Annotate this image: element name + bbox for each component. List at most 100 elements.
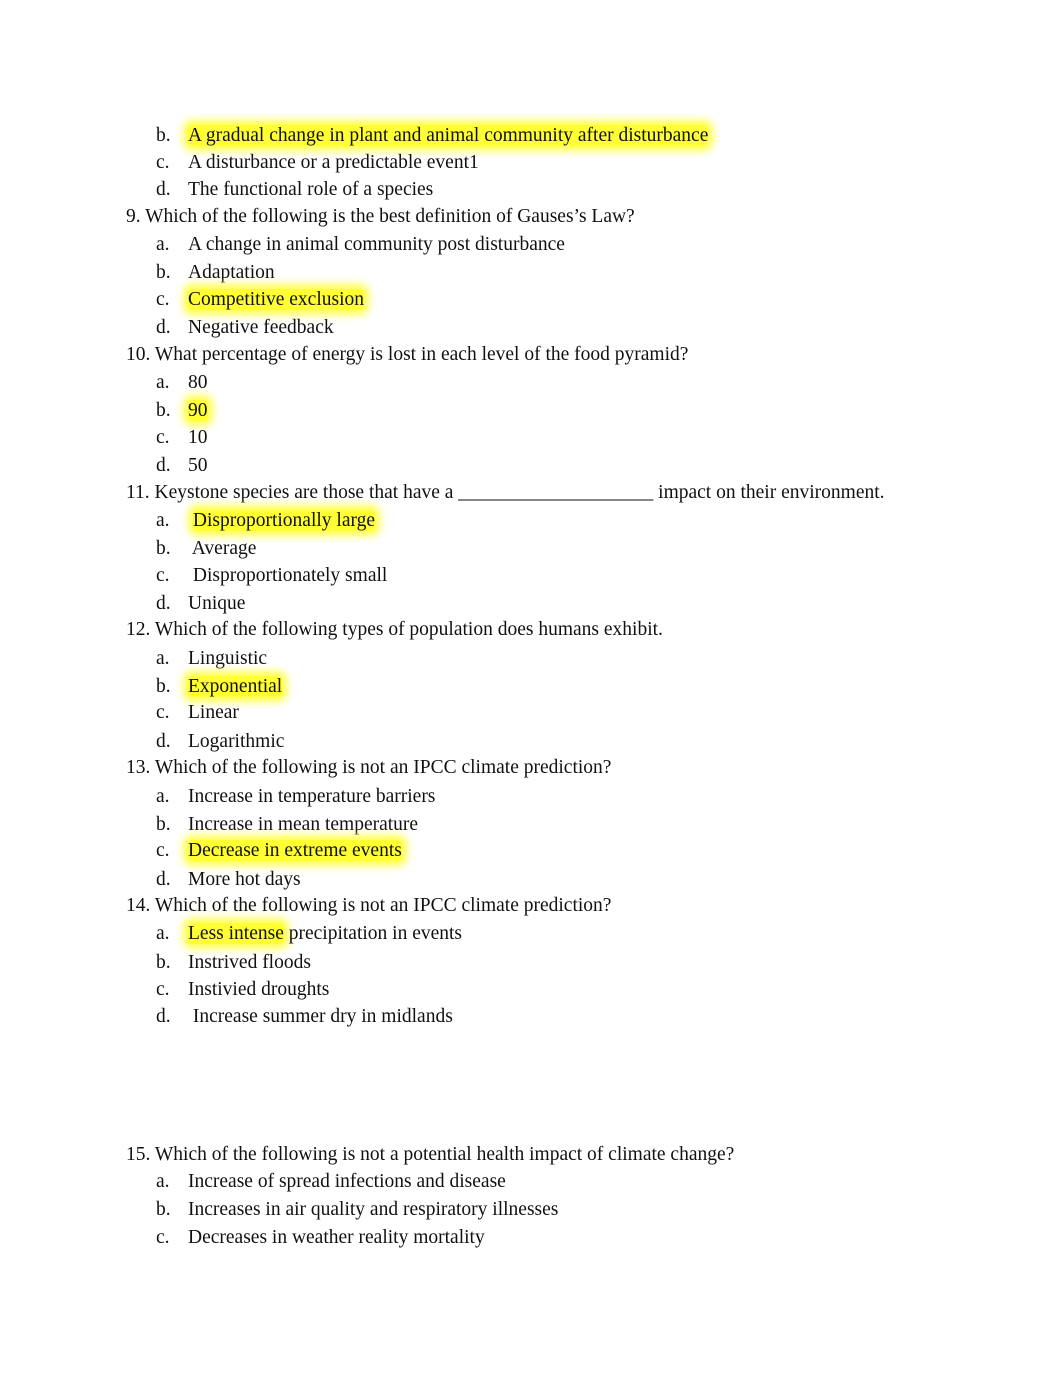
option-q11-a: a. Disproportionally large xyxy=(156,510,376,532)
option-q11-b: b. Average xyxy=(156,538,256,560)
option-q10-b: b. 90 xyxy=(156,400,208,422)
question-text: Which of the following types of populati… xyxy=(154,619,663,640)
option-letter: b. xyxy=(156,676,171,697)
option-q12-c: c. Linear xyxy=(156,702,239,724)
option-q9-a: a. A change in animal community post dist… xyxy=(156,234,565,256)
option-letter: a. xyxy=(156,648,170,669)
option-letter: a. xyxy=(156,923,170,944)
option-letter: b. xyxy=(156,814,171,835)
option-q9-b: b. Adaptation xyxy=(156,262,275,284)
question-14: 14. Which of the following is not an IPC… xyxy=(126,895,611,917)
option-letter: c. xyxy=(156,702,170,723)
question-number: 12. xyxy=(126,619,151,640)
question-number: 14. xyxy=(126,895,151,916)
option-letter: b. xyxy=(156,952,171,973)
option-letter: c. xyxy=(156,565,170,586)
option-text: Instivied droughts xyxy=(188,979,330,1000)
option-q12-b: b. Exponential xyxy=(156,676,283,698)
question-number: 9. xyxy=(126,206,141,227)
highlighted-answer: A gradual change in plant and animal com… xyxy=(188,125,709,146)
option-text: A disturbance or a predictable event1 xyxy=(188,152,479,173)
option-q13-c: c. Decrease in extreme events xyxy=(156,840,402,862)
option-text: Increase in temperature barriers xyxy=(188,786,436,807)
question-text: Which of the following is not an IPCC cl… xyxy=(154,895,612,916)
option-q14-b: b. Instrived floods xyxy=(156,952,311,974)
option-q8-d: d. The functional role of a species xyxy=(156,179,433,201)
option-q15-c: c. Decreases in weather reality mortality xyxy=(156,1227,485,1249)
option-text: Unique xyxy=(188,593,246,614)
option-text: Increase in mean temperature xyxy=(188,814,419,835)
option-q11-c: c. Disproportionately small xyxy=(156,565,387,587)
option-text: Adaptation xyxy=(188,262,275,283)
option-q8-c: c. A disturbance or a predictable event1 xyxy=(156,152,479,174)
highlighted-answer: Competitive exclusion xyxy=(188,289,365,310)
option-q14-a: a. Less intense precipitation in events xyxy=(156,923,462,945)
question-10: 10. What percentage of energy is lost in… xyxy=(126,344,688,366)
question-15: 15. Which of the following is not a pote… xyxy=(126,1144,734,1166)
question-number: 13. xyxy=(126,757,151,778)
option-q8-b: b. A gradual change in plant and animal c… xyxy=(156,125,709,147)
question-9: 9. Which of the following is the best de… xyxy=(126,206,635,228)
option-text: Increase summer dry in midlands xyxy=(188,1006,453,1027)
option-text: Linear xyxy=(188,702,239,723)
option-q10-c: c. 10 xyxy=(156,427,208,449)
option-text: Increase of spread infections and diseas… xyxy=(188,1171,506,1192)
option-text: A change in animal community post distur… xyxy=(188,234,565,255)
question-number: 11. xyxy=(126,482,150,503)
question-text: Which of the following is not a potentia… xyxy=(154,1144,735,1165)
option-text: Logarithmic xyxy=(188,731,285,752)
option-q13-d: d. More hot days xyxy=(156,869,301,891)
question-12: 12. Which of the following types of popu… xyxy=(126,619,663,641)
option-letter: d. xyxy=(156,593,171,614)
option-letter: b. xyxy=(156,1199,171,1220)
option-letter: b. xyxy=(156,125,171,146)
highlighted-answer: Less intense xyxy=(188,923,284,944)
option-letter: a. xyxy=(156,1171,170,1192)
option-letter: d. xyxy=(156,179,171,200)
highlighted-answer: Decrease in extreme events xyxy=(188,840,402,861)
option-letter: c. xyxy=(156,289,170,310)
option-text: Disproportionately small xyxy=(188,565,388,586)
option-q9-d: d. Negative feedback xyxy=(156,317,334,339)
option-q14-c: c. Instivied droughts xyxy=(156,979,329,1001)
option-letter: b. xyxy=(156,262,171,283)
option-text-after: precipitation in events xyxy=(283,923,463,944)
option-text: Negative feedback xyxy=(188,317,334,338)
question-11: 11. Keystone species are those that have… xyxy=(126,482,885,504)
question-number: 15. xyxy=(126,1144,151,1165)
option-letter: c. xyxy=(156,427,170,448)
highlighted-answer: 90 xyxy=(188,400,208,421)
option-q10-d: d. 50 xyxy=(156,455,208,477)
question-number: 10. xyxy=(126,344,151,365)
option-text: More hot days xyxy=(188,869,301,890)
option-q13-a: a. Increase in temperature barriers xyxy=(156,786,435,808)
option-text: Instrived floods xyxy=(188,952,311,973)
option-letter: b. xyxy=(156,400,171,421)
option-letter: d. xyxy=(156,1006,171,1027)
option-q12-d: d. Logarithmic xyxy=(156,731,284,753)
option-q12-a: a. Linguistic xyxy=(156,648,267,670)
option-letter: d. xyxy=(156,869,171,890)
option-letter: c. xyxy=(156,152,170,173)
option-letter: d. xyxy=(156,455,171,476)
option-q11-d: d. Unique xyxy=(156,593,245,615)
highlighted-answer: Disproportionally large xyxy=(192,510,376,531)
option-text: Increases in air quality and respiratory… xyxy=(188,1199,559,1220)
option-letter: d. xyxy=(156,317,171,338)
option-letter: a. xyxy=(156,510,170,531)
document-page: b. A gradual change in plant and animal c… xyxy=(0,0,1062,1376)
question-text: Keystone species are those that have a _… xyxy=(154,482,885,503)
option-letter: a. xyxy=(156,372,170,393)
option-q14-d: d. Increase summer dry in midlands xyxy=(156,1006,453,1028)
option-text: Linguistic xyxy=(188,648,268,669)
option-text: Average xyxy=(188,538,257,559)
option-q13-b: b. Increase in mean temperature xyxy=(156,814,418,836)
option-letter: c. xyxy=(156,1227,170,1248)
highlighted-answer: Exponential xyxy=(188,676,283,697)
question-text: What percentage of energy is lost in eac… xyxy=(154,344,689,365)
option-letter: a. xyxy=(156,786,170,807)
option-letter: b. xyxy=(156,538,171,559)
question-text: Which of the following is the best defin… xyxy=(145,206,635,227)
option-letter: c. xyxy=(156,979,170,1000)
option-letter: a. xyxy=(156,234,170,255)
